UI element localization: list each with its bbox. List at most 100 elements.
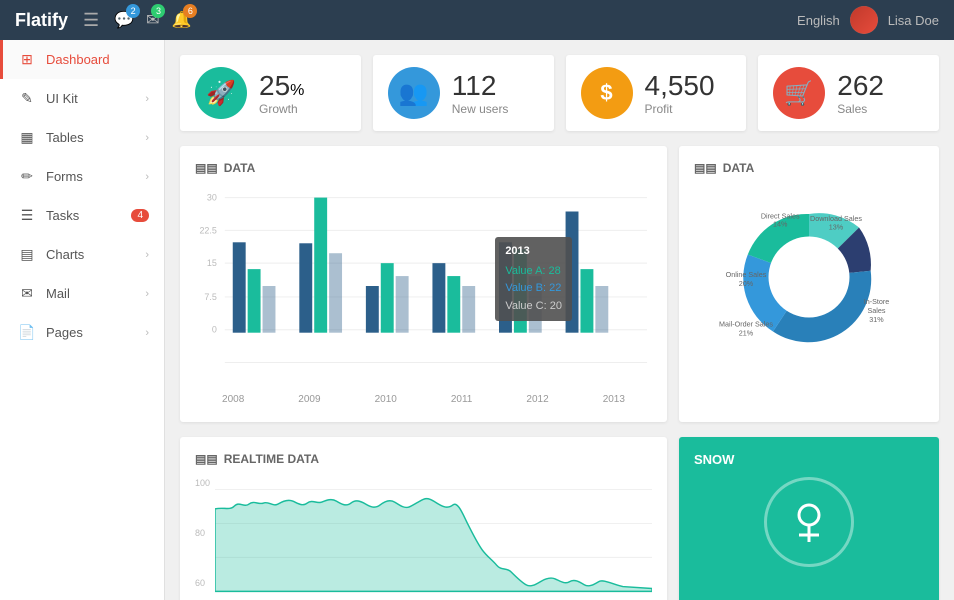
svg-text:7.5: 7.5 — [204, 292, 216, 302]
stat-sales-value: 262 — [837, 70, 884, 102]
svg-text:0: 0 — [212, 325, 217, 335]
xlabel-2012: 2012 — [526, 394, 548, 405]
growth-unit: % — [290, 82, 304, 99]
realtime-chart-card: ▤▤ REALTIME DATA 100 80 60 — [180, 437, 667, 600]
sidebar: ⊞ Dashboard ✎ UI Kit › ▦ Tables › ✏ Form… — [0, 40, 165, 600]
topbar-icons: 💬 2 ✉ 3 🔔 6 — [114, 10, 191, 30]
stat-profit-text: 4,550 Profit — [645, 70, 715, 116]
sidebar-label-tasks: Tasks — [46, 208, 79, 223]
growth-label: Growth — [259, 102, 304, 116]
svg-text:15: 15 — [207, 258, 217, 268]
chevron-right-icon-6: › — [145, 327, 149, 339]
sidebar-label-dashboard: Dashboard — [46, 52, 110, 67]
svg-text:Online Sales: Online Sales — [726, 270, 767, 279]
sidebar-item-charts[interactable]: ▤ Charts › — [0, 235, 164, 274]
svg-text:Mail-Order Sales: Mail-Order Sales — [719, 320, 773, 329]
user-name: Lisa Doe — [888, 13, 939, 28]
users-number: 112 — [452, 70, 497, 101]
hamburger-icon[interactable]: ☰ — [83, 10, 99, 31]
donut-chart-title: ▤▤ DATA — [694, 161, 924, 175]
sidebar-item-forms[interactable]: ✏ Forms › — [0, 157, 164, 196]
mail-icon: ✉ — [18, 285, 36, 302]
xlabel-2010: 2010 — [375, 394, 397, 405]
pages-icon: 📄 — [18, 324, 36, 341]
sidebar-item-dashboard[interactable]: ⊞ Dashboard — [0, 40, 164, 79]
donut-svg: Download Sales 13% Direct Sales 14% In-S… — [719, 187, 899, 367]
tables-icon: ▦ — [18, 129, 36, 146]
realtime-chart-area: 100 80 60 — [195, 478, 652, 600]
forms-icon: ✏ — [18, 168, 36, 185]
realtime-row: ▤▤ REALTIME DATA 100 80 60 — [180, 437, 939, 600]
chart-tooltip: 2013 Value A: 28 Value B: 22 Value C: 20 — [495, 237, 572, 321]
growth-icon: 🚀 — [195, 67, 247, 119]
sidebar-item-tables[interactable]: ▦ Tables › — [0, 118, 164, 157]
uikit-icon: ✎ — [18, 90, 36, 107]
chevron-right-icon-2: › — [145, 132, 149, 144]
chat-icon-wrap[interactable]: 💬 2 — [114, 10, 134, 30]
bell-icon-wrap[interactable]: 🔔 6 — [171, 10, 191, 30]
bar-chart-area: 30 22.5 15 7.5 0 — [195, 187, 652, 407]
sales-icon: 🛒 — [773, 67, 825, 119]
stats-row: 🚀 25% Growth 👥 112 New users $ — [180, 55, 939, 131]
donut-wrap: Download Sales 13% Direct Sales 14% In-S… — [694, 187, 924, 367]
svg-text:21%: 21% — [739, 329, 754, 338]
tooltip-value-a: Value A: 28 — [505, 263, 562, 281]
charts-icon: ▤ — [18, 246, 36, 263]
mail-badge: 3 — [151, 4, 165, 18]
bar-chart-svg: 30 22.5 15 7.5 0 — [195, 187, 652, 387]
ylabel-100: 100 — [195, 478, 210, 488]
svg-text:Sales: Sales — [868, 306, 886, 315]
svg-text:20%: 20% — [739, 279, 754, 288]
stat-profit: $ 4,550 Profit — [566, 55, 747, 131]
profit-label: Profit — [645, 102, 715, 116]
stat-users: 👥 112 New users — [373, 55, 554, 131]
chart-title-icon: ▤▤ — [195, 161, 218, 175]
ylabel-60: 60 — [195, 578, 210, 588]
sidebar-item-tasks[interactable]: ☰ Tasks 4 — [0, 196, 164, 235]
sidebar-label-pages: Pages — [46, 325, 83, 340]
stat-users-text: 112 New users — [452, 70, 509, 116]
stat-growth-text: 25% Growth — [259, 70, 304, 116]
svg-text:30: 30 — [207, 193, 217, 203]
sidebar-item-mail[interactable]: ✉ Mail › — [0, 274, 164, 313]
charts-row: ▤▤ DATA 30 22.5 15 — [180, 146, 939, 422]
svg-text:13%: 13% — [829, 222, 844, 231]
chevron-right-icon: › — [145, 93, 149, 105]
language-selector[interactable]: English — [797, 13, 840, 28]
svg-text:14%: 14% — [773, 220, 788, 229]
snow-svg — [784, 497, 834, 547]
sidebar-label-mail: Mail — [46, 286, 70, 301]
avatar[interactable] — [850, 6, 878, 34]
xlabel-2013: 2013 — [603, 394, 625, 405]
stat-profit-value: 4,550 — [645, 70, 715, 102]
growth-number: 25 — [259, 70, 290, 101]
sales-label: Sales — [837, 102, 884, 116]
bar-chart-title: ▤▤ DATA — [195, 161, 652, 175]
realtime-icon: ▤▤ — [195, 452, 218, 466]
tasks-icon: ☰ — [18, 207, 36, 224]
main-content: 🚀 25% Growth 👥 112 New users $ — [165, 40, 954, 600]
sidebar-label-charts: Charts — [46, 247, 84, 262]
realtime-ylabels: 100 80 60 — [195, 478, 214, 588]
snow-circle — [764, 477, 854, 567]
sidebar-item-pages[interactable]: 📄 Pages › — [0, 313, 164, 352]
chevron-right-icon-5: › — [145, 288, 149, 300]
chat-badge: 2 — [126, 4, 140, 18]
sidebar-label-forms: Forms — [46, 169, 83, 184]
mail-icon-wrap[interactable]: ✉ 3 — [146, 10, 159, 30]
dashboard-icon: ⊞ — [18, 51, 36, 68]
tooltip-value-c: Value C: 20 — [505, 298, 562, 316]
app-logo: Flatify — [15, 10, 68, 31]
sales-number: 262 — [837, 70, 884, 101]
sidebar-label-tables: Tables — [46, 130, 84, 145]
tooltip-value-b: Value B: 22 — [505, 280, 562, 298]
sidebar-item-uikit[interactable]: ✎ UI Kit › — [0, 79, 164, 118]
tasks-badge: 4 — [131, 209, 149, 222]
stat-growth: 🚀 25% Growth — [180, 55, 361, 131]
sidebar-label-uikit: UI Kit — [46, 91, 78, 106]
donut-title-icon: ▤▤ — [694, 161, 717, 175]
stat-sales: 🛒 262 Sales — [758, 55, 939, 131]
tooltip-year: 2013 — [505, 243, 562, 261]
xlabel-2011: 2011 — [451, 394, 473, 405]
bell-badge: 6 — [183, 4, 197, 18]
